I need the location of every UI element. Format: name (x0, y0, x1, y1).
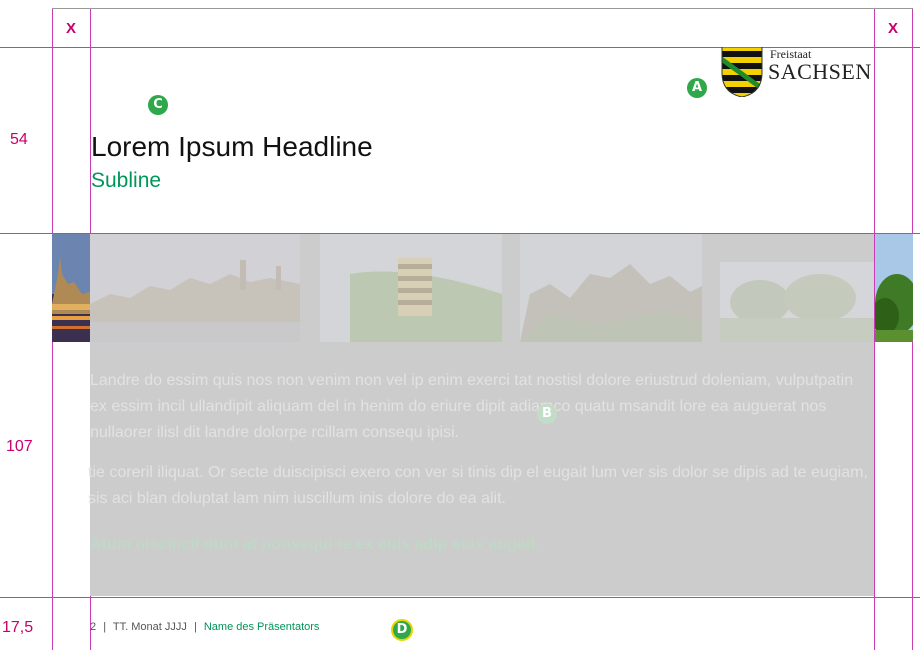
measurement-middle: 107 (6, 438, 33, 455)
footer-presenter: Name des Präsentators (203, 621, 320, 633)
photo-dresden (90, 234, 300, 342)
footer-page-number: 2 (90, 621, 97, 633)
corner-marker-right: X (887, 20, 898, 37)
footer-separator-2: | (193, 621, 197, 633)
badge-c: C (148, 95, 168, 115)
footer: 2 | TT. Monat JJJJ | Name des Präsentato… (90, 621, 319, 633)
body-highlight: Atum niscincil dunt at nonsequi te ex eu… (90, 536, 540, 553)
footer-date: TT. Monat JJJJ (112, 621, 187, 633)
body-paragraph-1: Landre do essim quis nos non venim non v… (90, 372, 854, 441)
side-photo-right (875, 234, 913, 342)
badge-a: A (687, 78, 707, 98)
headline: Lorem Ipsum Headline (91, 131, 373, 162)
measurement-top: 54 (10, 131, 28, 148)
guide-body-bottom (0, 597, 920, 598)
badge-d: D (391, 619, 413, 641)
coat-of-arms-icon (721, 47, 763, 97)
subline: Subline (91, 169, 162, 192)
photo-park (720, 262, 874, 342)
photo-rocks (520, 234, 702, 342)
badge-b: B (537, 404, 557, 424)
content-placeholder-area: Landre do essim quis nos non venim non v… (88, 234, 874, 596)
body-paragraph-2: tie coreril iliquat. Or secte duiscipisc… (88, 464, 868, 507)
measurement-bottom: 17,5 (2, 619, 34, 636)
sachsen-logo: Freistaat SACHSEN (720, 47, 874, 99)
guide-top-frame (52, 8, 913, 9)
footer-separator-1: | (103, 621, 107, 633)
side-photo-left (52, 234, 90, 342)
photo-flag (320, 234, 502, 342)
logo-sachsen: SACHSEN (768, 59, 872, 84)
corner-marker-left: X (65, 20, 76, 37)
